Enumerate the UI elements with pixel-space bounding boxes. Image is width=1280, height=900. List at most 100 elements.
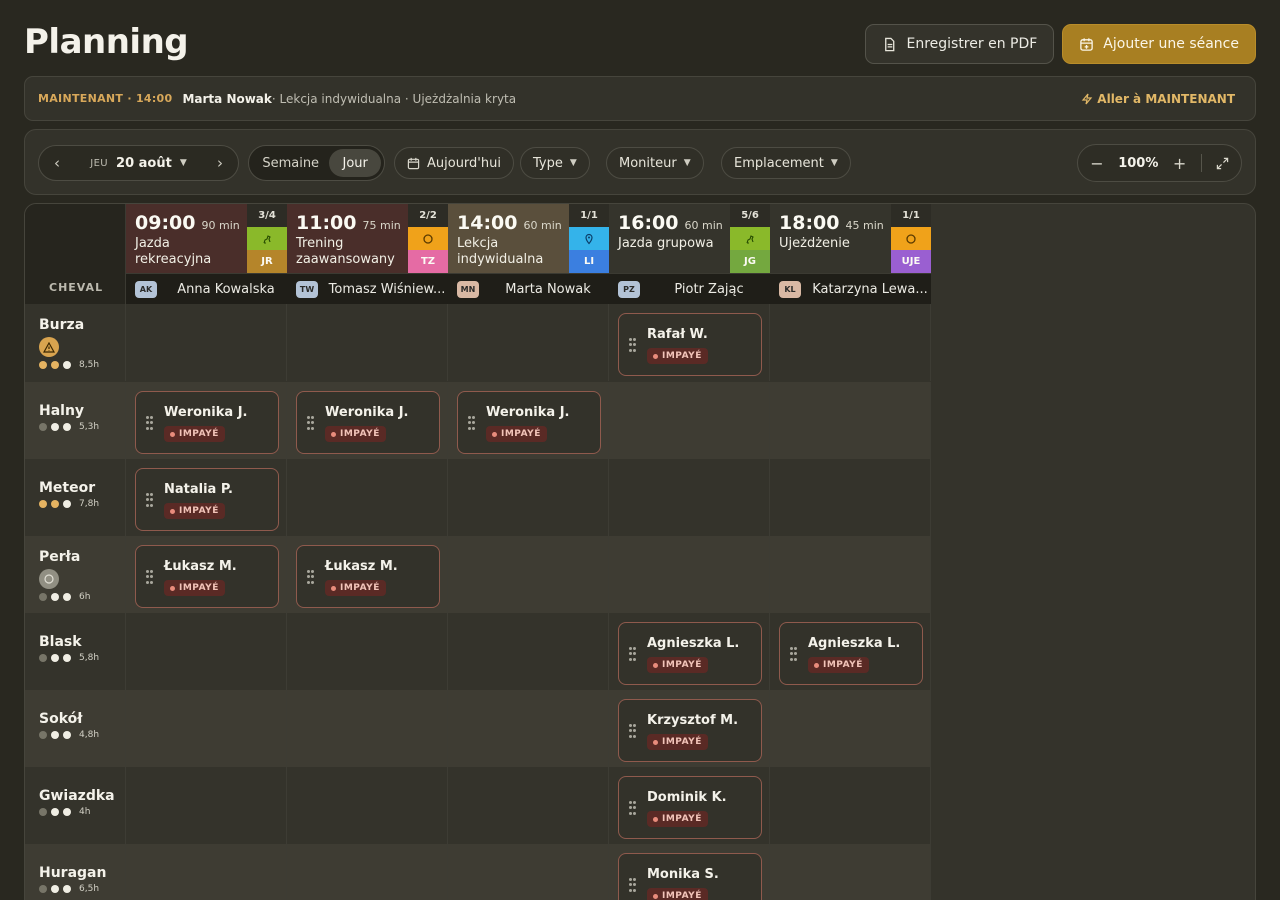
session-time-line: 18:00 45 min xyxy=(779,212,891,234)
workload-dot xyxy=(39,654,47,662)
session-code: JG xyxy=(730,250,770,273)
booking-card[interactable]: Dominik K. IMPAYÉ xyxy=(618,776,762,839)
horse-cell[interactable]: Burza 8,5h xyxy=(25,304,126,381)
session-column-header[interactable]: 11:00 75 min Trening zaawansowany 2/2 TZ TW To… xyxy=(287,204,448,304)
drag-handle-icon[interactable] xyxy=(790,647,797,661)
session-column-header[interactable]: 18:00 45 min Ujeżdżenie 1/1 UJE KL Katarzyna L… xyxy=(770,204,931,304)
zoom-out-icon[interactable]: − xyxy=(1090,154,1104,173)
column-divider xyxy=(930,613,931,690)
column-divider xyxy=(447,613,448,690)
workload-dot xyxy=(51,885,59,893)
horse-row: Sokół 4,8h xyxy=(25,690,931,767)
avatar: MN xyxy=(457,280,479,298)
add-session-button[interactable]: Ajouter une séance xyxy=(1062,24,1256,64)
workload-dot xyxy=(63,731,71,739)
booking-card[interactable]: Natalia P. IMPAYÉ xyxy=(135,468,279,531)
drag-handle-icon[interactable] xyxy=(307,416,314,430)
session-column-header[interactable]: 09:00 90 min Jazda rekreacyjna 3/4 JR AK Anna … xyxy=(126,204,287,304)
rider-name: Weronika J. xyxy=(486,405,570,420)
session-side-info: 2/2 TZ xyxy=(408,204,448,273)
column-divider xyxy=(769,382,770,459)
zoom-level: 100% xyxy=(1118,155,1159,171)
prev-day-arrow-icon[interactable]: ‹ xyxy=(49,154,65,172)
horse-cell[interactable]: Sokół 4,8h xyxy=(25,690,126,767)
rider-name: Agnieszka L. xyxy=(647,636,740,651)
booking-card[interactable]: Rafał W. IMPAYÉ xyxy=(618,313,762,376)
drag-handle-icon[interactable] xyxy=(629,647,636,661)
today-button[interactable]: Aujourd'hui xyxy=(394,147,514,179)
avatar: TW xyxy=(296,280,318,298)
zoom-in-icon[interactable]: + xyxy=(1173,154,1187,173)
export-pdf-label: Enregistrer en PDF xyxy=(906,36,1038,52)
session-summary: 18:00 45 min Ujeżdżenie xyxy=(770,204,891,273)
avatar: KL xyxy=(779,280,801,298)
view-day-option[interactable]: Jour xyxy=(329,149,381,177)
filter-location-dropdown[interactable]: Emplacement ▼ xyxy=(721,147,851,179)
session-capacity: 5/6 xyxy=(730,204,770,227)
column-divider xyxy=(608,459,609,536)
drag-handle-icon[interactable] xyxy=(629,724,636,738)
horse-cell[interactable]: Huragan 6,5h xyxy=(25,844,126,900)
export-pdf-button[interactable]: Enregistrer en PDF xyxy=(865,24,1055,64)
view-week-option[interactable]: Semaine xyxy=(252,149,329,177)
date-picker[interactable]: JEU 20 août ▼ xyxy=(90,156,187,171)
rider-name: Natalia P. xyxy=(164,482,233,497)
booking-card[interactable]: Agnieszka L. IMPAYÉ xyxy=(618,622,762,685)
horse-cell[interactable]: Perła 6h xyxy=(25,536,126,613)
drag-handle-icon[interactable] xyxy=(629,338,636,352)
drag-handle-icon[interactable] xyxy=(146,570,153,584)
workload-dot xyxy=(51,593,59,601)
session-time-line: 14:00 60 min xyxy=(457,212,569,234)
filter-instructor-dropdown[interactable]: Moniteur ▼ xyxy=(606,147,704,179)
drag-handle-icon[interactable] xyxy=(307,570,314,584)
session-time: 18:00 xyxy=(779,212,840,234)
column-divider xyxy=(930,536,931,613)
now-bar: MAINTENANT · 14:00 Marta Nowak · Lekcja … xyxy=(24,76,1256,121)
horse-cell[interactable]: Meteor 7,8h xyxy=(25,459,126,536)
payment-status-badge: IMPAYÉ xyxy=(164,503,225,519)
payment-status-badge: IMPAYÉ xyxy=(647,888,708,900)
session-instructor: TW Tomasz Wiśniew... xyxy=(287,273,448,304)
column-divider xyxy=(447,382,448,459)
drag-handle-icon[interactable] xyxy=(468,416,475,430)
next-day-arrow-icon[interactable]: › xyxy=(212,154,228,172)
column-divider xyxy=(447,844,448,900)
booking-card[interactable]: Monika S. IMPAYÉ xyxy=(618,853,762,900)
booking-card[interactable]: Weronika J. IMPAYÉ xyxy=(457,391,601,454)
column-divider xyxy=(608,382,609,459)
booking-card[interactable]: Łukasz M. IMPAYÉ xyxy=(135,545,279,608)
horse-cell[interactable]: Halny 5,3h xyxy=(25,382,126,459)
workload-indicator: 8,5h xyxy=(39,360,125,370)
column-divider xyxy=(930,844,931,900)
date-value: 20 août xyxy=(116,155,172,171)
session-side-info: 3/4 JR xyxy=(247,204,287,273)
column-divider xyxy=(447,536,448,613)
booking-card[interactable]: Weronika J. IMPAYÉ xyxy=(135,391,279,454)
drag-handle-icon[interactable] xyxy=(146,416,153,430)
drag-handle-icon[interactable] xyxy=(629,801,636,815)
filter-type-label: Type xyxy=(533,155,563,171)
drag-handle-icon[interactable] xyxy=(146,493,153,507)
horse-cell[interactable]: Blask 5,8h xyxy=(25,613,126,690)
filter-type-dropdown[interactable]: Type ▼ xyxy=(520,147,590,179)
session-time: 09:00 xyxy=(135,212,196,234)
session-time-line: 11:00 75 min xyxy=(296,212,408,234)
booking-card[interactable]: Weronika J. IMPAYÉ xyxy=(296,391,440,454)
drag-handle-icon[interactable] xyxy=(629,878,636,892)
column-divider xyxy=(447,459,448,536)
date-navigator: ‹ JEU 20 août ▼ › xyxy=(38,145,239,181)
workload-indicator: 6,5h xyxy=(39,884,125,894)
booking-card[interactable]: Krzysztof M. IMPAYÉ xyxy=(618,699,762,762)
session-capacity: 2/2 xyxy=(408,204,448,227)
workload-dot xyxy=(51,361,59,369)
booking-card[interactable]: Agnieszka L. IMPAYÉ xyxy=(779,622,923,685)
horse-cell[interactable]: Gwiazdka 4h xyxy=(25,767,126,844)
fullscreen-icon[interactable] xyxy=(1216,157,1229,170)
session-column-header[interactable]: 14:00 60 min Lekcja indywidualna 1/1 LI MN Mar… xyxy=(448,204,609,304)
goto-now-link[interactable]: Aller à MAINTENANT xyxy=(1081,92,1242,106)
booking-card[interactable]: Łukasz M. IMPAYÉ xyxy=(296,545,440,608)
session-column-header[interactable]: 16:00 60 min Jazda grupowa 5/6 JG PZ Piotr Zaj… xyxy=(609,204,770,304)
session-time-line: 09:00 90 min xyxy=(135,212,247,234)
calendar-icon xyxy=(407,157,420,169)
column-divider xyxy=(769,536,770,613)
